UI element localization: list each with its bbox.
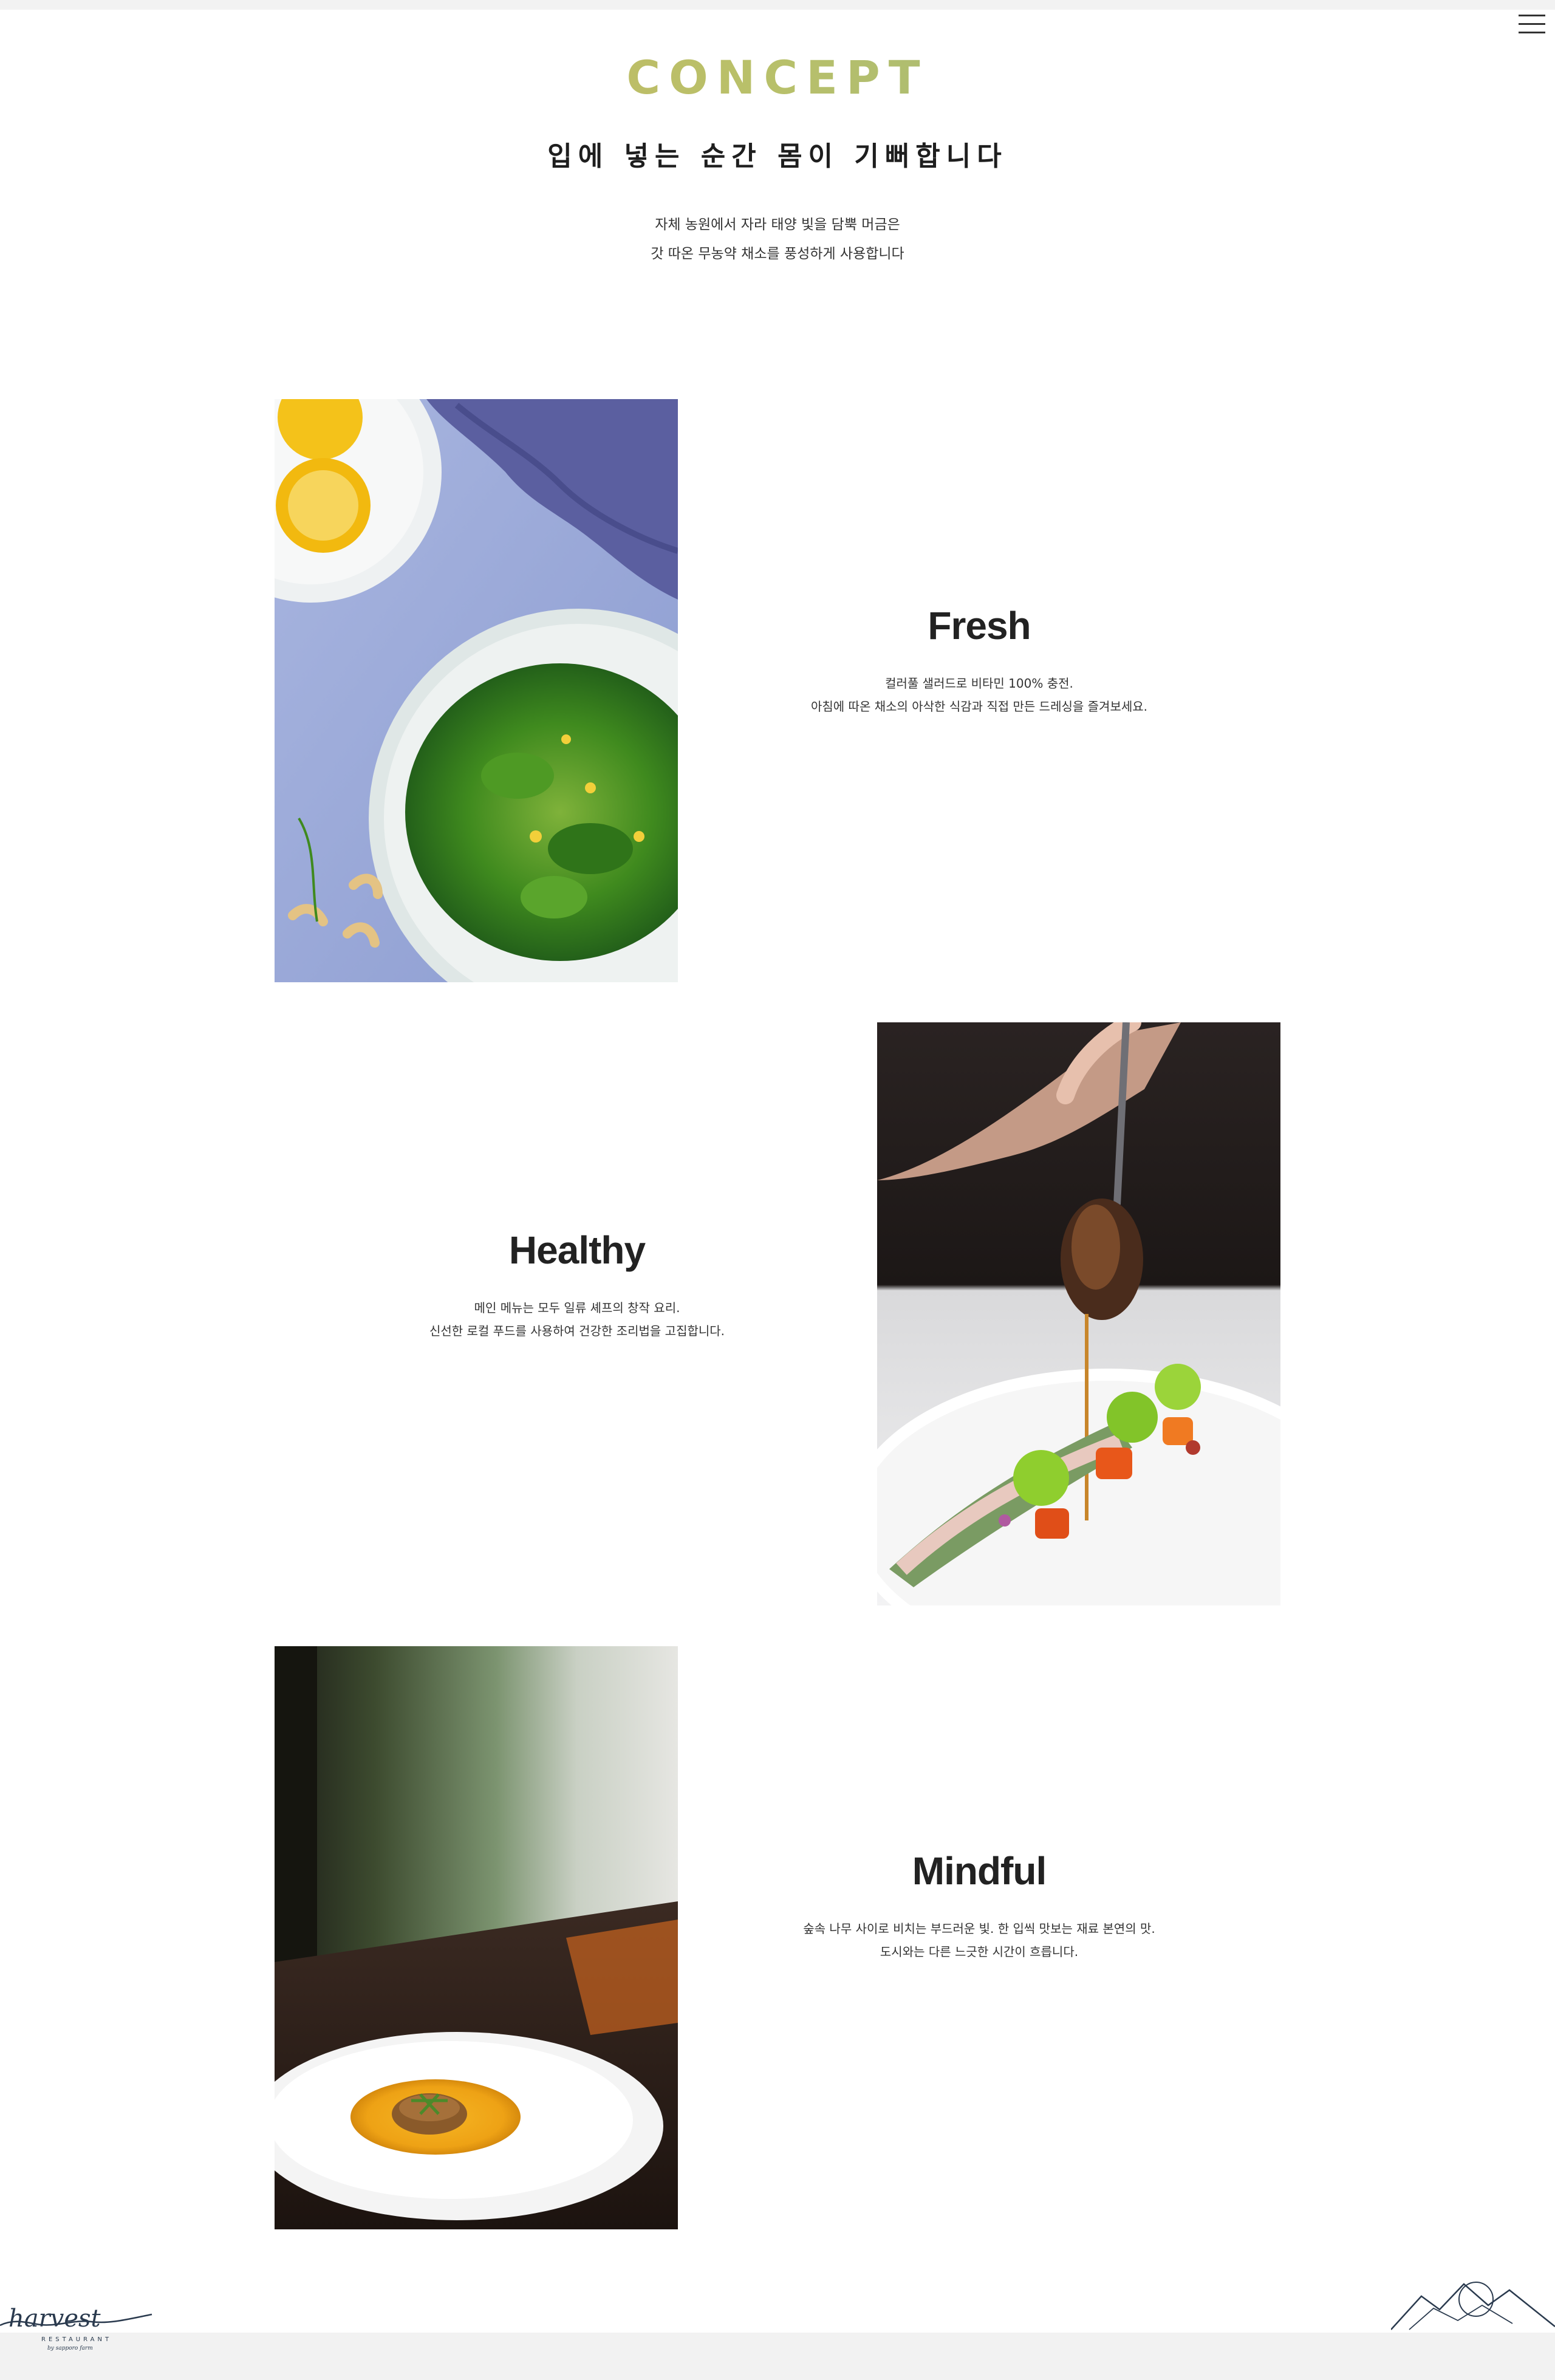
- harvest-logo-graphic: harvest RESTAURANT by sapporo farm: [0, 2305, 152, 2351]
- feature-description: 메인 메뉴는 모두 일류 셰프의 창작 요리. 신선한 로컬 푸드를 사용하여 …: [346, 1296, 808, 1342]
- feature-description: 컬러풀 샐러드로 비타민 100% 충전. 아침에 따온 채소의 아삭한 식감과…: [748, 672, 1210, 718]
- hamburger-menu-icon[interactable]: [1519, 12, 1545, 36]
- logo-tag-text: by sapporo farm: [47, 2345, 93, 2351]
- intro-line: 갓 따온 무농약 채소를 풍성하게 사용합니다: [651, 246, 904, 262]
- intro-line: 자체 농원에서 자라 태양 빛을 담뿍 머금은: [655, 217, 900, 233]
- feature-description: 숲속 나무 사이로 비치는 부드러운 빛. 한 입씩 맛보는 재료 본연의 맛.…: [748, 1917, 1210, 1963]
- menu-line: [1519, 23, 1545, 25]
- feature-fresh: Fresh 컬러풀 샐러드로 비타민 100% 충전. 아침에 따온 채소의 아…: [748, 601, 1210, 718]
- feature-line: 신선한 로컬 푸드를 사용하여 건강한 조리법을 고집합니다.: [429, 1324, 725, 1338]
- page-title: CONCEPT: [0, 49, 1555, 107]
- logo-script-text: harvest: [9, 2305, 101, 2333]
- feature-title: Mindful: [912, 1849, 1047, 1893]
- feature-line: 도시와는 다른 느긋한 시간이 흐릅니다.: [880, 1944, 1079, 1959]
- mountain-sun-graphic: [1390, 2282, 1555, 2330]
- soup-bowl-illustration: [275, 1646, 678, 2229]
- feature-title: Healthy: [508, 1228, 646, 1272]
- green-salad-photo: [275, 399, 678, 982]
- mountain-sun-icon: [1390, 2272, 1555, 2333]
- harvest-logo[interactable]: harvest RESTAURANT by sapporo farm: [0, 2301, 158, 2356]
- plated-dish-with-sauce-photo: [877, 1022, 1280, 1605]
- plated-dish-illustration: [877, 1022, 1280, 1605]
- logo-sub-text: RESTAURANT: [41, 2336, 112, 2343]
- menu-line: [1519, 32, 1545, 33]
- feature-line: 컬러풀 샐러드로 비타민 100% 충전.: [885, 676, 1073, 691]
- feature-line: 아침에 따온 채소의 아삭한 식감과 직접 만든 드레싱을 즐겨보세요.: [810, 699, 1148, 714]
- intro-description: 자체 농원에서 자라 태양 빛을 담뿍 머금은 갓 따온 무농약 채소를 풍성하…: [0, 210, 1555, 268]
- menu-line: [1519, 15, 1545, 16]
- feature-title: Fresh: [928, 604, 1031, 648]
- soup-bowl-photo: [275, 1646, 678, 2229]
- page-subtitle: 입에 넣는 순간 몸이 기뻐합니다: [547, 141, 1008, 172]
- top-strip: [0, 0, 1555, 10]
- feature-line: 메인 메뉴는 모두 일류 셰프의 창작 요리.: [474, 1301, 680, 1315]
- green-salad-illustration: [275, 399, 678, 982]
- footer-strip: [0, 2333, 1555, 2380]
- feature-healthy: Healthy 메인 메뉴는 모두 일류 셰프의 창작 요리. 신선한 로컬 푸…: [346, 1226, 808, 1342]
- feature-line: 숲속 나무 사이로 비치는 부드러운 빛. 한 입씩 맛보는 재료 본연의 맛.: [803, 1921, 1155, 1936]
- feature-mindful: Mindful 숲속 나무 사이로 비치는 부드러운 빛. 한 입씩 맛보는 재…: [748, 1847, 1210, 1963]
